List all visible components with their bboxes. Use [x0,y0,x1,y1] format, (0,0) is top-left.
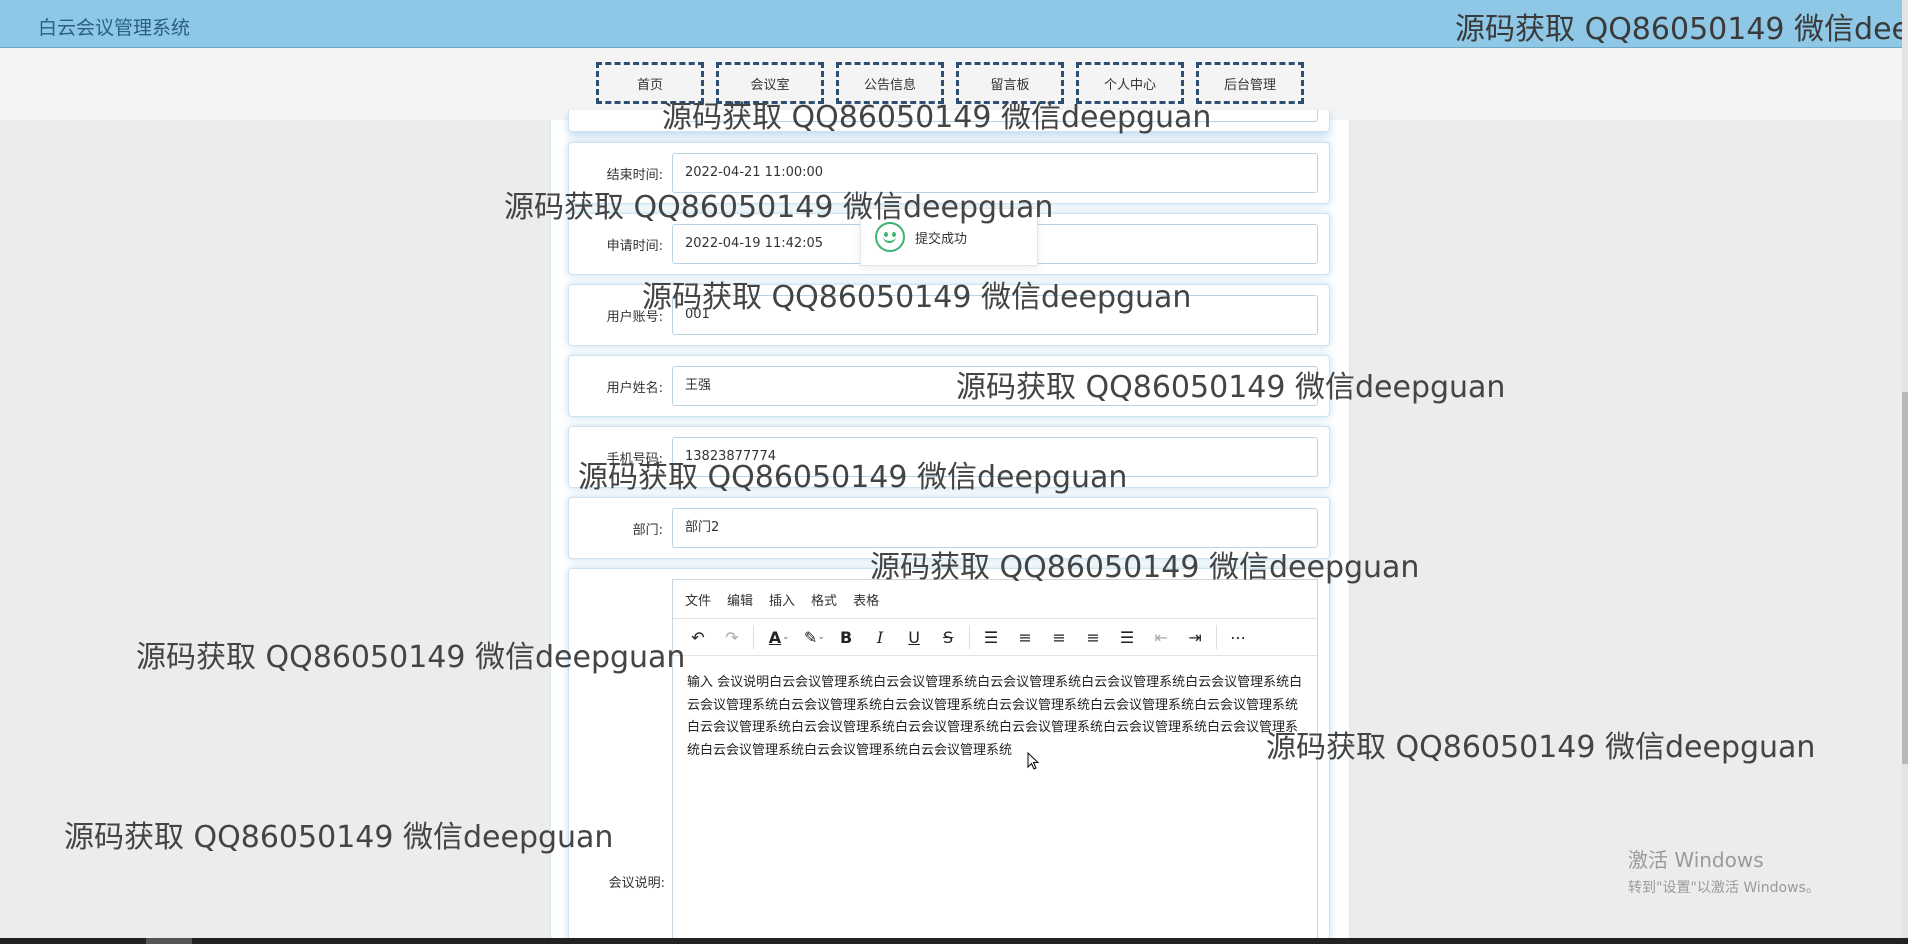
end-time-input[interactable]: 2022-04-21 11:00:00 [672,153,1318,193]
strikethrough-icon[interactable]: S [931,622,965,652]
align-center-icon[interactable]: ≡ [1042,622,1076,652]
undo-icon[interactable]: ↶ [681,622,715,652]
user-account-input[interactable]: 001 [672,295,1318,335]
align-justify-icon[interactable]: ☰ [1110,622,1144,652]
editor-content[interactable]: 输入 会议说明白云会议管理系统白云会议管理系统白云会议管理系统白云会议管理系统白… [673,656,1317,762]
department-input[interactable]: 部门2 [672,508,1318,548]
windows-activation-subtitle: 转到"设置"以激活 Windows。 [1628,880,1820,896]
form-row-user-name: 用户姓名: 王强 [568,355,1330,417]
form-row-end-time: 结束时间: 2022-04-21 11:00:00 [568,142,1330,204]
page-scrollbar-thumb[interactable] [1902,392,1908,764]
redo-icon[interactable]: ↷ [715,622,749,652]
top-header: 白云会议管理系统 源码获取 QQ86050149 微信dee [0,0,1908,48]
partial-input[interactable] [672,110,1318,122]
windows-activation-notice: 激活 Windows 转到"设置"以激活 Windows。 [1628,844,1820,897]
editor-menubar: 文件 编辑 插入 格式 表格 [673,580,1317,618]
success-toast: 提交成功 [860,208,1038,266]
toolbar-divider [969,625,971,649]
editor-menu-table[interactable]: 表格 [853,590,879,609]
toolbar-divider [753,625,754,649]
italic-icon[interactable]: I [863,622,897,652]
more-icon[interactable]: ⋯ [1221,622,1255,652]
smile-icon [875,222,905,252]
user-name-label: 用户姓名: [606,381,663,396]
rich-text-editor: 文件 编辑 插入 格式 表格 ↶ ↷ A ⌄ ✎ ⌄ B I U S ☰ ≡ ≡… [672,579,1318,944]
watermark: 源码获取 QQ86050149 微信deepguan [64,820,614,855]
chevron-down-icon[interactable]: ⌄ [818,632,826,642]
editor-toolbar: ↶ ↷ A ⌄ ✎ ⌄ B I U S ☰ ≡ ≡ ≡ ☰ ⇤ ⇥ ⋯ [673,618,1317,656]
numbered-list-icon[interactable]: ☰ [974,622,1008,652]
taskbar-segment [146,938,192,944]
editor-menu-file[interactable]: 文件 [685,590,711,609]
align-left-icon[interactable]: ≡ [1008,622,1042,652]
underline-icon[interactable]: U [897,622,931,652]
form-row-phone: 手机号码: 13823877774 [568,426,1330,488]
watermark-top: 源码获取 QQ86050149 微信dee [1455,12,1908,47]
form-row-department: 部门: 部门2 [568,497,1330,559]
user-name-input[interactable]: 王强 [672,366,1318,406]
nav-item-admin[interactable]: 后台管理 [1196,62,1304,104]
form-row-description: 会议说明: 文件 编辑 插入 格式 表格 ↶ ↷ A ⌄ ✎ ⌄ B I U S… [568,568,1330,944]
editor-menu-insert[interactable]: 插入 [769,590,795,609]
department-label: 部门: [632,523,663,538]
nav-item-home[interactable]: 首页 [596,62,704,104]
editor-menu-format[interactable]: 格式 [811,590,837,609]
description-label: 会议说明: [608,876,665,891]
end-time-label: 结束时间: [606,168,663,183]
mouse-cursor-icon [1027,752,1039,770]
bold-icon[interactable]: B [829,622,863,652]
toast-message: 提交成功 [915,232,968,247]
toolbar-divider [1216,625,1218,649]
system-title: 白云会议管理系统 [38,17,191,39]
apply-time-label: 申请时间: [606,239,663,254]
user-account-label: 用户账号: [606,310,663,325]
outdent-icon[interactable]: ⇤ [1144,622,1178,652]
phone-input[interactable]: 13823877774 [672,437,1318,477]
align-right-icon[interactable]: ≡ [1076,622,1110,652]
nav-item-message-board[interactable]: 留言板 [956,62,1064,104]
indent-icon[interactable]: ⇥ [1178,622,1212,652]
chevron-down-icon[interactable]: ⌄ [782,632,790,642]
nav-item-announcement[interactable]: 公告信息 [836,62,944,104]
windows-activation-title: 激活 Windows [1628,848,1764,872]
form-row-user-account: 用户账号: 001 [568,284,1330,346]
editor-menu-edit[interactable]: 编辑 [727,590,753,609]
phone-label: 手机号码: [606,452,663,467]
nav-item-meeting-room[interactable]: 会议室 [716,62,824,104]
form-row-partial [568,110,1330,132]
nav-menu: 首页 会议室 公告信息 留言板 个人中心 后台管理 [596,62,1304,104]
nav-item-personal-center[interactable]: 个人中心 [1076,62,1184,104]
taskbar-edge [0,938,1908,944]
